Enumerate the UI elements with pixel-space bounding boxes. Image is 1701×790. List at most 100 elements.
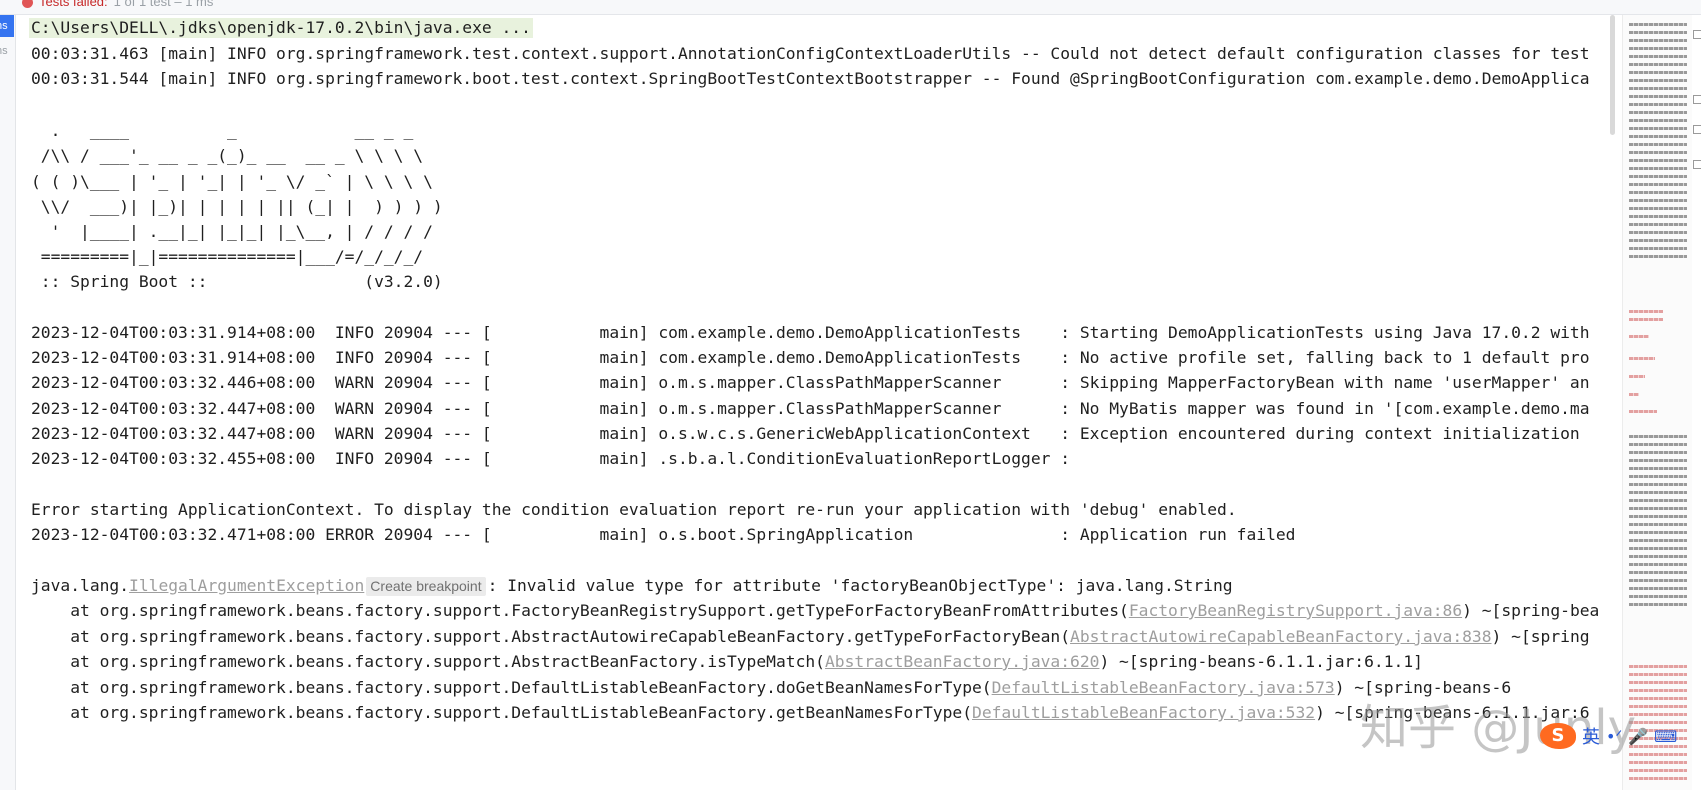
minimap-mark (1629, 673, 1687, 676)
minimap-mark (1629, 410, 1657, 413)
exception-prefix: java.lang. (31, 576, 130, 595)
stack-frame-jar: ) ~[spring (1491, 627, 1590, 646)
minimap-mark (1629, 335, 1649, 338)
console-minimap[interactable] (1622, 15, 1693, 790)
minimap-mark (1629, 579, 1687, 582)
minimap-mark (1629, 539, 1687, 542)
stack-frame: at org.springframework.beans.factory.sup… (31, 652, 1423, 672)
gutter-tab[interactable]: ns (0, 40, 14, 62)
minimap-mark (1629, 753, 1687, 756)
minimap-mark (1629, 467, 1687, 470)
clear-icon[interactable] (1693, 160, 1701, 169)
minimap-mark (1629, 595, 1687, 598)
minimap-mark (1629, 199, 1687, 202)
ime-language[interactable]: 英 (1582, 723, 1600, 749)
minimap-mark (1629, 705, 1687, 708)
gutter-tab-active[interactable]: ns (0, 15, 14, 37)
minimap-mark (1629, 459, 1687, 462)
minimap-mark (1629, 207, 1687, 210)
minimap-mark (1629, 111, 1687, 114)
ime-toolbar[interactable]: S 英 •ᐟ 🎤 ⌨ (1540, 722, 1677, 750)
minimap-mark (1629, 95, 1687, 98)
microphone-icon[interactable]: 🎤 (1628, 727, 1648, 746)
minimap-mark (1629, 375, 1645, 378)
minimap-mark (1629, 713, 1687, 716)
minimap-mark (1629, 39, 1687, 42)
stack-frame-link[interactable]: FactoryBeanRegistrySupport.java:86 (1129, 601, 1462, 620)
log-line: 00:03:31.463 [main] INFO org.springframe… (31, 44, 1590, 63)
minimap-mark (1629, 231, 1687, 234)
command-line[interactable]: C:\Users\DELL\.jdks\openjdk-17.0.2\bin\j… (29, 18, 533, 38)
minimap-mark (1629, 523, 1687, 526)
minimap-mark (1629, 499, 1687, 502)
run-status-bar: Tests failed: 1 of 1 test – 1 ms (0, 0, 1701, 15)
app-log-line: 2023-12-04T00:03:31.914+08:00 INFO 20904… (31, 348, 1590, 367)
minimap-mark (1629, 63, 1687, 66)
stack-frame-link[interactable]: DefaultListableBeanFactory.java:573 (992, 678, 1335, 697)
banner-line: ( ( )\___ | '_ | '_| | '_ \/ _` | \ \ \ … (31, 172, 433, 191)
minimap-mark (1629, 167, 1687, 170)
soft-wrap-icon[interactable] (1693, 95, 1701, 104)
minimap-mark (1629, 127, 1687, 130)
minimap-mark (1629, 31, 1687, 34)
minimap-mark (1629, 119, 1687, 122)
minimap-mark (1629, 665, 1687, 668)
minimap-mark (1629, 475, 1687, 478)
banner-line: . ____ _ __ _ _ (31, 121, 414, 140)
keyboard-icon[interactable]: ⌨ (1654, 727, 1677, 746)
minimap-mark (1629, 507, 1687, 510)
error-log-line: 2023-12-04T00:03:32.471+08:00 ERROR 2090… (31, 525, 1296, 544)
stack-frame-method: at org.springframework.beans.factory.sup… (31, 627, 1071, 646)
print-icon[interactable] (1693, 125, 1701, 134)
stack-frame-link[interactable]: AbstractAutowireCapableBeanFactory.java:… (1070, 627, 1492, 646)
minimap-mark (1629, 135, 1687, 138)
minimap-mark (1629, 531, 1687, 534)
stack-frame: at org.springframework.beans.factory.sup… (31, 601, 1599, 621)
minimap-mark (1629, 239, 1687, 242)
minimap-mark (1629, 310, 1663, 313)
ime-logo-icon[interactable]: S (1540, 723, 1576, 749)
status-text: Tests failed: (39, 0, 108, 9)
scroll-up-icon[interactable] (1693, 30, 1701, 39)
exception-message: : Invalid value type for attribute 'fact… (487, 576, 1233, 595)
minimap-mark (1629, 143, 1687, 146)
minimap-mark (1629, 555, 1687, 558)
app-log-line: 2023-12-04T00:03:31.914+08:00 INFO 20904… (31, 323, 1590, 342)
vertical-scrollbar[interactable] (1610, 15, 1615, 135)
ime-punctuation-icon[interactable]: •ᐟ (1606, 727, 1622, 746)
minimap-mark (1629, 175, 1687, 178)
app-log-line: 2023-12-04T00:03:32.447+08:00 WARN 20904… (31, 399, 1590, 418)
minimap-mark (1629, 777, 1687, 780)
minimap-mark (1629, 587, 1687, 590)
minimap-mark (1629, 255, 1687, 258)
minimap-mark (1629, 103, 1687, 106)
stack-frame-link[interactable]: AbstractBeanFactory.java:620 (825, 652, 1099, 671)
minimap-mark (1629, 515, 1687, 518)
stack-frame-link[interactable]: DefaultListableBeanFactory.java:532 (972, 703, 1315, 722)
minimap-mark (1629, 491, 1687, 494)
status-subtext: 1 of 1 test – 1 ms (113, 0, 214, 9)
stack-frame-jar: ) ~[spring-bea (1462, 601, 1600, 620)
stack-frame-jar: ) ~[spring-beans-6 (1334, 678, 1512, 697)
console-output[interactable]: C:\Users\DELL\.jdks\openjdk-17.0.2\bin\j… (16, 15, 1620, 790)
minimap-mark (1629, 47, 1687, 50)
minimap-mark (1629, 443, 1687, 446)
minimap-mark (1629, 151, 1687, 154)
minimap-mark (1629, 393, 1639, 396)
log-line: 00:03:31.544 [main] INFO org.springframe… (31, 69, 1590, 88)
exception-class-link[interactable]: IllegalArgumentException (129, 576, 364, 595)
banner-line: :: Spring Boot :: (v3.2.0) (31, 272, 443, 291)
minimap-mark (1629, 215, 1687, 218)
minimap-mark (1629, 603, 1687, 606)
minimap-mark (1629, 23, 1687, 26)
banner-line: ' |____| .__|_| |_|_| |_\__, | / / / / (31, 222, 433, 241)
banner-line: =========|_|==============|___/=/_/_/_/ (31, 247, 424, 266)
minimap-mark (1629, 547, 1687, 550)
minimap-mark (1629, 563, 1687, 566)
stack-frame-jar: ) ~[spring-beans-6.1.1.jar:6.1.1] (1099, 652, 1423, 671)
minimap-mark (1629, 87, 1687, 90)
error-icon (22, 0, 33, 9)
create-breakpoint-hint[interactable]: Create breakpoint (366, 577, 486, 596)
stack-frame-method: at org.springframework.beans.factory.sup… (31, 652, 825, 671)
app-log-line: 2023-12-04T00:03:32.447+08:00 WARN 20904… (31, 424, 1580, 443)
